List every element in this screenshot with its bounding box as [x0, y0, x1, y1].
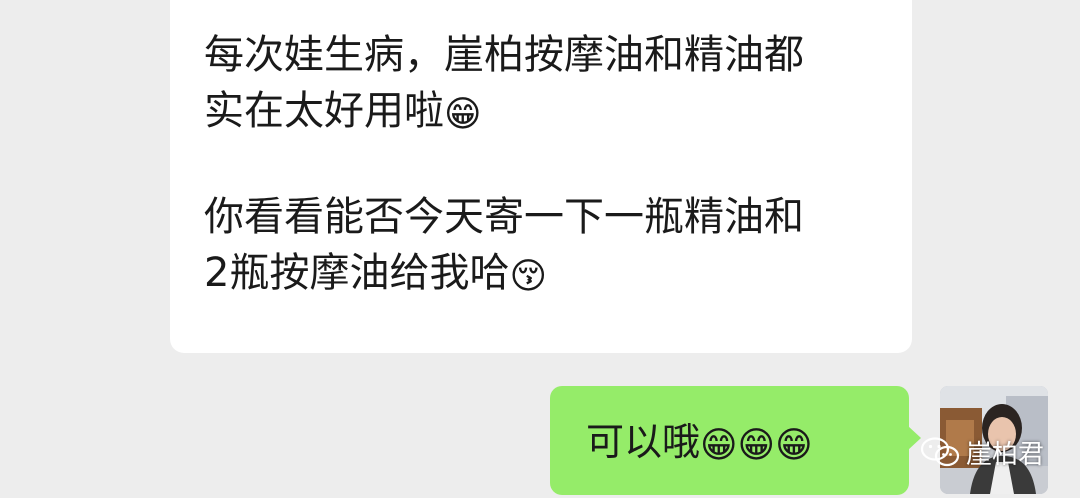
message-line: 2瓶按摩油给我哈😚 [204, 250, 547, 297]
watermark: 崖柏君 [920, 432, 1044, 472]
message-line: 你看看能否今天寄一下一瓶精油和 [204, 194, 804, 240]
incoming-message-bubble[interactable]: 每次娃生病，崖柏按摩油和精油都 实在太好用啦😁 你看看能否今天寄一下一瓶精油和 … [170, 0, 912, 353]
outgoing-message-bubble[interactable]: 可以哦😁😁😁 [550, 386, 921, 495]
watermark-label: 崖柏君 [966, 439, 1045, 470]
message-line: 每次娃生病，崖柏按摩油和精油都 [204, 32, 804, 78]
grinning-emoji-icon: 😁 [737, 425, 776, 466]
wechat-icon [920, 437, 960, 467]
grinning-emoji-icon: 😁 [444, 94, 482, 135]
grinning-emoji-icon: 😁 [700, 425, 738, 466]
message-line: 可以哦😁😁😁 [586, 420, 813, 466]
grinning-emoji-icon: 😁 [775, 425, 813, 466]
kissing-emoji-icon: 😚 [509, 256, 547, 297]
message-line: 实在太好用啦😁 [204, 88, 482, 135]
